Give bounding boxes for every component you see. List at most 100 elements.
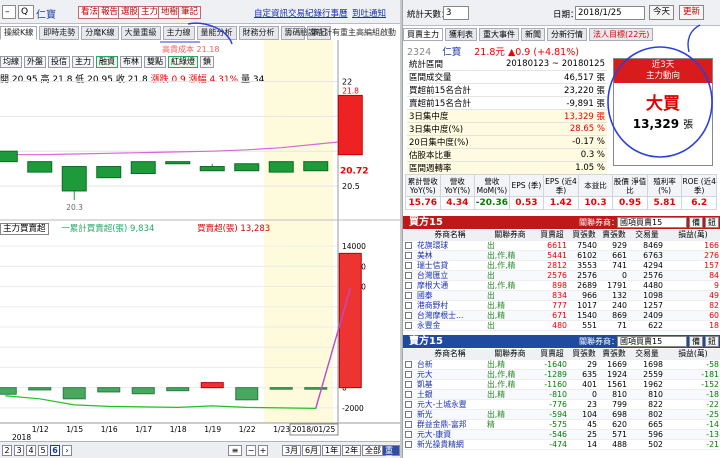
candle-body[interactable] [27,161,53,173]
broker-row[interactable]: 元大-土城永豐 -776 23 799 822 -22 [403,399,720,410]
range-6m-button[interactable]: 6月 [302,445,322,456]
menu-icon[interactable]: ≡ [228,445,242,456]
trade-record-link[interactable]: 交易紀錄 [288,7,322,19]
flow-bar[interactable] [131,387,155,395]
buy-broker-select[interactable]: 國項買賣15 [617,217,687,228]
row-checkbox[interactable] [405,361,412,368]
broker-col-header[interactable]: 賣張數 [599,230,629,241]
search-icon[interactable]: Q [18,5,34,19]
buy-extra-button[interactable]: 鈕 [705,217,719,228]
tab-kline[interactable]: 操縱K線 [0,26,38,40]
page-3-button[interactable]: 3 [14,445,24,456]
row-checkbox[interactable] [405,262,412,269]
page-5-button[interactable]: 5 [38,445,48,456]
period-dropdown[interactable]: – [2,5,16,19]
date-picker[interactable]: 2018/1/25 [575,6,645,20]
tab-news[interactable]: 新聞 [521,28,545,41]
flow-bar[interactable] [97,387,121,393]
candle-body[interactable] [303,161,329,172]
row-checkbox[interactable] [405,381,412,388]
stock-name[interactable]: 仁寶 [36,6,56,21]
stock-name-link[interactable]: 仁寶 [442,47,461,58]
tab-target[interactable]: 法人目標(22元) [589,28,654,41]
broker-row[interactable]: 摩根大通 出,作,精 898 2689 1791 4480 9 [403,280,720,291]
broker-row[interactable]: 新光 出,精 -594 104 698 802 -25 [403,409,720,420]
buy-backup-button[interactable]: 備 [689,217,703,228]
tab-volume[interactable]: 大量重級 [120,26,161,40]
broker-row[interactable]: 港商野村 出,精 777 1017 240 1257 82 [403,300,720,311]
broker-row[interactable]: 國泰出 834 966 132 1098 49 [403,290,720,301]
flow-bar[interactable] [338,252,362,389]
sell-extra-button[interactable]: 鈕 [705,336,719,347]
page-2-button[interactable]: 2 [2,445,12,456]
today-button[interactable]: 今天 [649,5,675,20]
sell-backup-button[interactable]: 備 [689,336,703,347]
days-dropdown[interactable]: 3 [443,6,469,20]
price-and-flow-chart[interactable]: 20.52121.522-200002000400060008000100001… [0,40,400,440]
flow-bar[interactable] [28,387,52,391]
page-4-button[interactable]: 4 [26,445,36,456]
candle-body[interactable] [165,161,191,165]
broker-row[interactable]: 美林 出,作,精 5441 6102 661 6763 276 [403,250,720,261]
broker-col-header[interactable]: 買張數 [569,349,599,360]
range-3m-button[interactable]: 3月 [282,445,302,456]
notes-button[interactable]: 筆記 [178,6,202,19]
tab-broker[interactable]: 買賣主力 [403,28,443,41]
row-checkbox[interactable] [405,421,412,428]
broker-col-header[interactable]: 關聯券商 [485,349,535,360]
candle-body[interactable] [234,163,260,172]
flow-bar[interactable] [304,387,328,390]
reset-button[interactable]: 重置 [382,445,400,458]
broker-row[interactable]: 土銀 出,精 -810 0 810 810 -18 [403,389,720,400]
tab-financial[interactable]: 財務分析 [238,26,279,40]
broker-col-header[interactable]: 買張數 [569,230,599,241]
candle-body[interactable] [130,161,156,175]
row-checkbox[interactable] [405,282,412,289]
row-checkbox[interactable] [405,431,412,438]
broker-row[interactable]: 新光操貴精網 -474 14 488 502 -21 [403,439,720,450]
next-page-icon[interactable]: › [62,445,72,456]
broker-row[interactable]: 群益金鼎-富邦精 -575 45 620 665 -14 [403,419,720,430]
candle-body[interactable] [337,94,363,156]
candle-body[interactable] [199,166,225,172]
flow-bar[interactable] [235,387,259,401]
flow-bar[interactable] [200,382,224,389]
broker-row[interactable]: 凱基 出,作,精 -1160 401 1561 1962 -152 [403,379,720,390]
candle-body[interactable] [0,150,18,163]
range-all-button[interactable]: 全部 [362,445,384,456]
candle-body[interactable] [96,166,122,179]
candle-body[interactable] [268,161,294,173]
broker-col-header[interactable]: 買賣超 [535,230,569,241]
tab-profit[interactable]: 獲利表 [445,28,477,41]
broker-col-header[interactable]: 券商名稱 [415,349,485,360]
broker-col-header[interactable] [403,230,415,241]
flow-bar[interactable] [0,387,17,395]
zoom-in-icon[interactable]: + [258,445,268,456]
sub-indicator-dropdown[interactable]: 主力買賣超 [0,223,49,235]
broker-col-header[interactable]: 交易量 [629,230,665,241]
tab-minute-kline[interactable]: 分麾K線 [81,26,119,40]
row-checkbox[interactable] [405,302,412,309]
broker-col-header[interactable]: 賣張數 [599,349,629,360]
range-2y-button[interactable]: 2年 [342,445,362,456]
broker-col-header[interactable]: 交易量 [629,349,665,360]
row-checkbox[interactable] [405,292,412,299]
zoom-out-icon[interactable]: − [246,445,256,456]
flow-bar[interactable] [62,387,86,400]
row-checkbox[interactable] [405,312,412,319]
broker-col-header[interactable]: 券商名稱 [415,230,485,241]
alert-link[interactable]: 到吐通知 [352,7,386,19]
custom-info-link[interactable]: 自定資訊 [254,7,288,19]
calendar-link[interactable]: 行事曆 [322,7,348,19]
tab-quotes[interactable]: 分新行情 [547,28,587,41]
row-checkbox[interactable] [405,401,412,408]
broker-row[interactable]: 花旗環球出 6611 7540 929 8469 166 [403,240,720,251]
row-checkbox[interactable] [405,272,412,279]
broker-col-header[interactable]: 關聯券商 [485,230,535,241]
broker-row[interactable]: 台灣匯立出 2576 2576 0 2576 84 [403,270,720,281]
tab-volume-analysis[interactable]: 量能分析 [196,26,237,40]
row-checkbox[interactable] [405,391,412,398]
broker-row[interactable]: 台新 出,精 -1640 29 1669 1698 -58 [403,359,720,370]
row-checkbox[interactable] [405,252,412,259]
broker-row[interactable]: 元大-康資 -546 25 571 596 -13 [403,429,720,440]
